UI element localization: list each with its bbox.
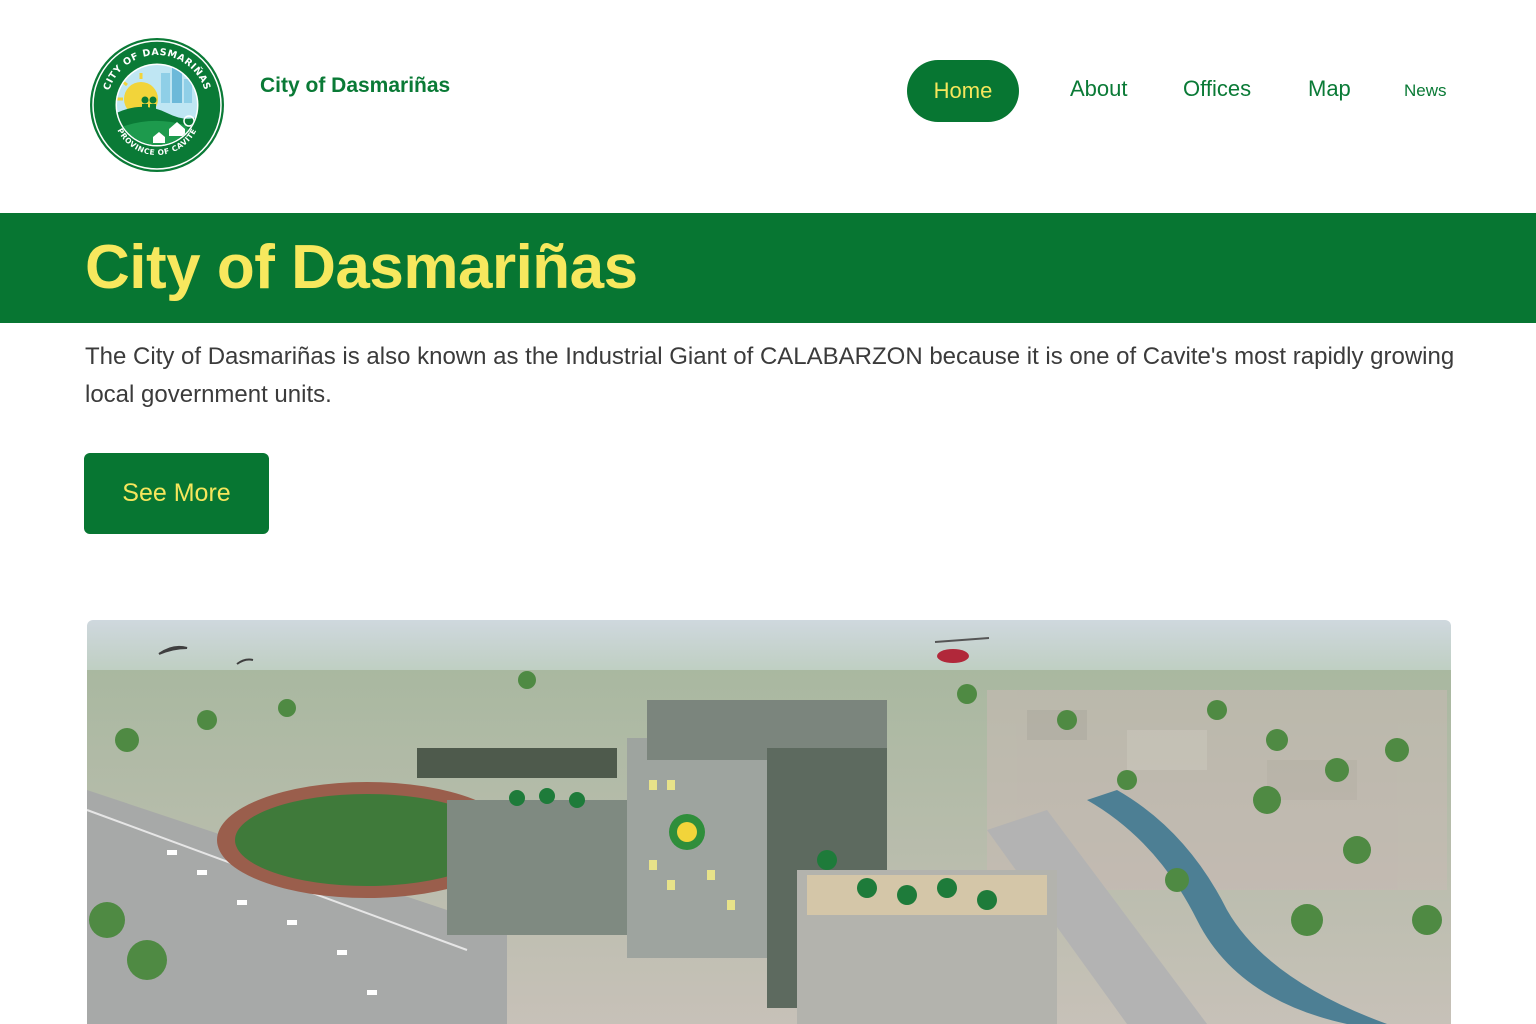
nav-offices-link[interactable]: Offices [1183, 76, 1251, 102]
site-brand-name[interactable]: City of Dasmariñas [260, 74, 450, 98]
nav-home-link[interactable]: Home [907, 60, 1019, 122]
city-hall-rendering-image [87, 620, 1451, 1024]
hero-description: The City of Dasmariñas is also known as … [85, 343, 1455, 408]
see-more-button[interactable]: See More [84, 453, 269, 534]
city-hall-rendering [87, 620, 1451, 1024]
nav-news-link[interactable]: News [1404, 81, 1447, 101]
site-header: CITY OF DASMARIÑAS PROVINCE OF CAVITE Ci… [0, 0, 1536, 213]
nav-about-link[interactable]: About [1070, 76, 1128, 102]
nav-map-link[interactable]: Map [1308, 76, 1351, 102]
hero-title: City of Dasmariñas [85, 233, 638, 302]
city-seal-logo[interactable]: CITY OF DASMARIÑAS PROVINCE OF CAVITE [89, 37, 225, 173]
